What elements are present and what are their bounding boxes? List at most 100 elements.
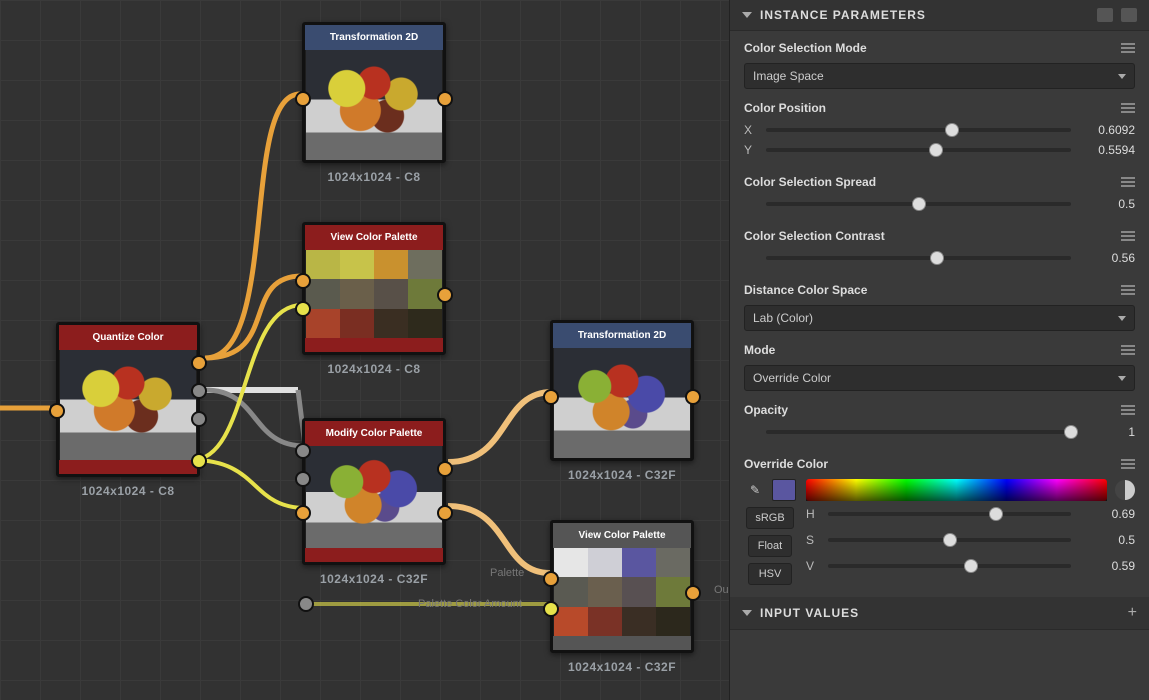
slider-value[interactable]: 0.69 — [1081, 507, 1135, 521]
input-port[interactable] — [295, 273, 311, 289]
input-port[interactable] — [295, 301, 311, 317]
slider-hue[interactable] — [828, 512, 1071, 516]
param-label: Override Color — [744, 457, 828, 471]
node-quantize-color[interactable]: Quantize Color 1024x1024 - C8 — [56, 322, 200, 477]
output-port[interactable] — [191, 355, 207, 371]
output-port[interactable] — [437, 505, 453, 521]
chevron-down-icon — [742, 610, 752, 616]
slider-value[interactable]: 0.6092 — [1081, 123, 1135, 137]
copy-icon[interactable] — [1097, 8, 1113, 22]
btn-float[interactable]: Float — [748, 535, 792, 557]
output-port[interactable] — [191, 411, 207, 427]
options-icon[interactable] — [1121, 103, 1135, 113]
input-port[interactable] — [295, 91, 311, 107]
output-port[interactable] — [437, 287, 453, 303]
eyedropper-icon[interactable]: ✎ — [744, 479, 766, 501]
color-spectrum[interactable] — [806, 479, 1107, 501]
loose-port[interactable] — [298, 596, 314, 612]
section-title: INSTANCE PARAMETERS — [760, 8, 1089, 22]
plus-icon[interactable]: + — [1128, 605, 1137, 621]
port-label-out: Ou — [714, 584, 729, 596]
options-icon[interactable] — [1121, 285, 1135, 295]
axis-label: V — [806, 559, 818, 573]
options-icon[interactable] — [1121, 43, 1135, 53]
input-port[interactable] — [49, 403, 65, 419]
input-port[interactable] — [295, 505, 311, 521]
select-value: Lab (Color) — [753, 311, 813, 325]
input-port[interactable] — [543, 571, 559, 587]
output-port[interactable] — [191, 453, 207, 469]
node-graph-canvas[interactable]: Quantize Color 1024x1024 - C8 Transforma… — [0, 0, 729, 700]
node-format-label: 1024x1024 - C8 — [327, 362, 420, 376]
slider-color-position-y[interactable] — [766, 148, 1071, 152]
slider-value[interactable]: 1 — [1081, 425, 1135, 439]
input-port[interactable] — [295, 471, 311, 487]
options-icon[interactable] — [1121, 459, 1135, 469]
output-port[interactable] — [685, 585, 701, 601]
slider-saturation[interactable] — [828, 538, 1071, 542]
slider-contrast[interactable] — [766, 256, 1071, 260]
slider-value-brightness[interactable] — [828, 564, 1071, 568]
node-title: Transformation 2D — [305, 25, 443, 50]
slider-thumb[interactable] — [945, 123, 959, 137]
slider-value[interactable]: 0.5 — [1081, 533, 1135, 547]
output-port[interactable] — [437, 91, 453, 107]
output-port[interactable] — [191, 383, 207, 399]
section-instance-parameters[interactable]: INSTANCE PARAMETERS — [730, 0, 1149, 31]
node-format-label: 1024x1024 - C8 — [81, 484, 174, 498]
slider-spread[interactable] — [766, 202, 1071, 206]
slider-thumb[interactable] — [1064, 425, 1078, 439]
output-port[interactable] — [685, 389, 701, 405]
axis-label: X — [744, 123, 756, 137]
slider-thumb[interactable] — [912, 197, 926, 211]
select-distance-color-space[interactable]: Lab (Color) — [744, 305, 1135, 331]
node-format-label: 1024x1024 - C32F — [568, 660, 676, 674]
input-port[interactable] — [543, 389, 559, 405]
port-label-palette-amount: Palette Color Amount — [418, 598, 522, 610]
color-swatch[interactable] — [772, 479, 796, 501]
param-label: Distance Color Space — [744, 283, 867, 297]
slider-thumb[interactable] — [930, 251, 944, 265]
node-view-color-palette-top[interactable]: View Color Palette 1024x1024 - C8 — [302, 222, 446, 355]
slider-thumb[interactable] — [929, 143, 943, 157]
node-format-label: 1024x1024 - C8 — [327, 170, 420, 184]
btn-hsv[interactable]: HSV — [748, 563, 792, 585]
slider-color-position-x[interactable] — [766, 128, 1071, 132]
slider-thumb[interactable] — [989, 507, 1003, 521]
node-thumbnail — [554, 548, 690, 636]
options-icon[interactable] — [1121, 405, 1135, 415]
node-transformation-2d-right[interactable]: Transformation 2D 1024x1024 - C32F — [550, 320, 694, 461]
btn-srgb[interactable]: sRGB — [746, 507, 793, 529]
options-icon[interactable] — [1121, 345, 1135, 355]
section-input-values[interactable]: INPUT VALUES + — [730, 597, 1149, 630]
port-label-palette: Palette — [490, 567, 524, 579]
slider-thumb[interactable] — [964, 559, 978, 573]
output-port[interactable] — [437, 461, 453, 477]
slider-value[interactable]: 0.59 — [1081, 559, 1135, 573]
slider-value[interactable]: 0.5594 — [1081, 143, 1135, 157]
select-mode[interactable]: Override Color — [744, 365, 1135, 391]
menu-icon[interactable] — [1121, 8, 1137, 22]
select-value: Image Space — [753, 69, 824, 83]
invert-icon[interactable] — [1115, 480, 1135, 500]
slider-opacity[interactable] — [766, 430, 1071, 434]
options-icon[interactable] — [1121, 177, 1135, 187]
node-title: Quantize Color — [59, 325, 197, 350]
slider-value[interactable]: 0.56 — [1081, 251, 1135, 265]
input-port[interactable] — [543, 601, 559, 617]
select-color-selection-mode[interactable]: Image Space — [744, 63, 1135, 89]
node-title: View Color Palette — [305, 225, 443, 250]
input-port[interactable] — [295, 443, 311, 459]
options-icon[interactable] — [1121, 231, 1135, 241]
chevron-down-icon — [742, 12, 752, 18]
slider-value[interactable]: 0.5 — [1081, 197, 1135, 211]
node-view-color-palette-bottom[interactable]: View Color Palette 1024x1024 - C32F — [550, 520, 694, 653]
param-label: Opacity — [744, 403, 788, 417]
node-modify-color-palette[interactable]: Modify Color Palette 1024x1024 - C32F — [302, 418, 446, 565]
node-transformation-2d-top[interactable]: Transformation 2D 1024x1024 - C8 — [302, 22, 446, 163]
node-title: View Color Palette — [553, 523, 691, 548]
chevron-down-icon — [1118, 316, 1126, 321]
node-thumbnail — [60, 350, 196, 460]
slider-thumb[interactable] — [943, 533, 957, 547]
param-label: Color Selection Contrast — [744, 229, 885, 243]
